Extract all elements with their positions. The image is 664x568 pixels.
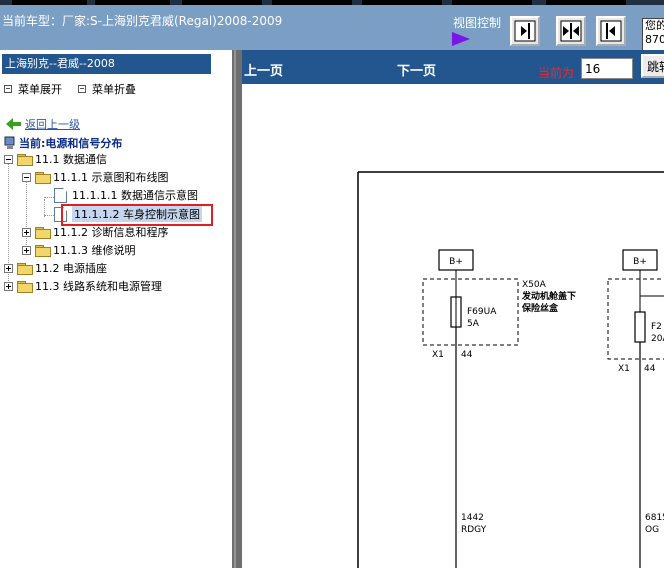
prev-page-button[interactable]: 上一页 bbox=[244, 60, 283, 79]
fuse-name: F69UA bbox=[467, 307, 497, 317]
fuse-box-id: X50A bbox=[522, 280, 547, 290]
tree-item-repair-instructions[interactable]: 11.1.3 维修说明 bbox=[22, 242, 135, 258]
wire-color: RDGY bbox=[461, 525, 487, 535]
fit-both-button[interactable] bbox=[556, 16, 586, 46]
top-tab-button[interactable] bbox=[182, 0, 262, 5]
top-tab-button[interactable] bbox=[546, 0, 626, 5]
fit-left-icon bbox=[600, 20, 622, 42]
user-number: 870 bbox=[645, 33, 664, 46]
fit-both-icon bbox=[560, 20, 582, 42]
top-tab-button[interactable] bbox=[12, 0, 87, 5]
back-arrow-icon bbox=[6, 118, 21, 130]
tree-item-label: 11.1.1.1 数据通信示意图 bbox=[72, 189, 198, 202]
tree-item-label: 11.3 线路系统和电源管理 bbox=[35, 280, 162, 293]
tree-line bbox=[44, 197, 54, 198]
wire-number: 1442 bbox=[461, 513, 484, 523]
fuse-box-desc: 发动机舱盖下 bbox=[521, 290, 576, 302]
pin-label: 44 bbox=[461, 350, 473, 360]
menu-collapse-button[interactable]: 菜单折叠 bbox=[78, 81, 136, 97]
car-model-label: 当前车型：厂家:S-上海别克君威(Regal)2008-2009 bbox=[2, 14, 283, 28]
computer-icon bbox=[4, 136, 15, 149]
connector-label: X1 bbox=[432, 350, 444, 360]
current-page-label: 当前为 bbox=[538, 66, 575, 80]
top-tab-button[interactable] bbox=[272, 0, 352, 5]
current-location-label: 当前:电源和信号分布 bbox=[19, 137, 123, 150]
folder-icon bbox=[35, 226, 51, 239]
supply-label: B+ bbox=[449, 257, 463, 267]
tree-item-label: 11.1 数据通信 bbox=[35, 153, 107, 166]
wire-number: 6815 bbox=[645, 513, 664, 523]
tree-item-label: 11.2 电源插座 bbox=[35, 262, 107, 275]
tree-item-wiring-power-mgmt[interactable]: 11.3 线路系统和电源管理 bbox=[4, 278, 162, 294]
top-button-strip bbox=[0, 0, 664, 5]
user-info-box: 您的 870 bbox=[642, 18, 664, 52]
fuse-name: F2 bbox=[651, 322, 662, 332]
tree-line bbox=[44, 215, 54, 216]
tree-item-label: 11.1.2 诊断信息和程序 bbox=[53, 226, 169, 239]
folder-icon bbox=[17, 280, 33, 293]
selection-highlight-box bbox=[61, 204, 213, 226]
expand-icon bbox=[4, 85, 12, 93]
page-number-input[interactable] bbox=[581, 58, 633, 79]
top-tab-button[interactable] bbox=[452, 0, 532, 5]
fuse-rating: 20A bbox=[651, 334, 664, 344]
fuse-symbol bbox=[634, 311, 646, 343]
folder-open-icon bbox=[35, 171, 51, 184]
menu-expand-label: 菜单展开 bbox=[18, 83, 62, 96]
folder-open-icon bbox=[17, 153, 33, 166]
wiring-diagram: B+ F69UA 5A X50A 发动机舱盖下 保险丝盒 X1 44 1442 … bbox=[357, 171, 664, 568]
fuse-box-desc: 保险丝盒 bbox=[521, 302, 559, 314]
panel-splitter[interactable] bbox=[232, 50, 242, 568]
jump-button[interactable]: 跳转 bbox=[641, 54, 664, 78]
tree-item-data-comm-schematic[interactable]: 11.1.1.1 数据通信示意图 bbox=[54, 187, 198, 203]
current-location: 当前:电源和信号分布 bbox=[4, 135, 122, 151]
fuse-rating: 5A bbox=[467, 319, 480, 329]
fit-left-button[interactable] bbox=[596, 16, 626, 46]
tree-item-schematics[interactable]: 11.1.1 示意图和布线图 bbox=[22, 169, 168, 185]
pin-label: 44 bbox=[644, 364, 656, 374]
expand-toggle-icon[interactable] bbox=[4, 281, 13, 291]
collapse-icon bbox=[78, 85, 86, 93]
folder-icon bbox=[17, 262, 33, 275]
next-page-button[interactable]: 下一页 bbox=[397, 60, 436, 79]
tree-item-label: 11.1.1 示意图和布线图 bbox=[53, 171, 169, 184]
user-greeting: 您的 bbox=[645, 19, 664, 32]
top-tab-button[interactable] bbox=[362, 0, 442, 5]
folder-icon bbox=[35, 244, 51, 257]
tree-item-data-communication[interactable]: 11.1 数据通信 bbox=[4, 151, 107, 167]
back-link-label: 返回上一级 bbox=[25, 118, 80, 131]
expand-toggle-icon[interactable] bbox=[22, 227, 31, 237]
supply-label: B+ bbox=[633, 257, 647, 267]
tree-item-label: 11.1.3 维修说明 bbox=[53, 244, 136, 257]
sidebar-title: 上海别克--君威--2008 bbox=[2, 54, 211, 74]
fit-right-icon bbox=[514, 20, 536, 42]
fit-right-button[interactable] bbox=[510, 16, 540, 46]
collapse-toggle-icon[interactable] bbox=[4, 154, 13, 164]
expand-toggle-icon[interactable] bbox=[4, 263, 13, 273]
expand-toggle-icon[interactable] bbox=[22, 245, 31, 255]
view-control-label: 视图控制 bbox=[453, 16, 502, 30]
back-link[interactable]: 返回上一级 bbox=[6, 116, 80, 132]
top-tab-button[interactable] bbox=[95, 0, 170, 5]
connector-label: X1 bbox=[618, 364, 630, 374]
menu-collapse-label: 菜单折叠 bbox=[92, 83, 136, 96]
tree-item-power-outlet[interactable]: 11.2 电源插座 bbox=[4, 260, 107, 276]
menu-expand-button[interactable]: 菜单展开 bbox=[4, 81, 62, 97]
wire-color: OG bbox=[645, 525, 659, 535]
tree-item-diagnostics[interactable]: 11.1.2 诊断信息和程序 bbox=[22, 224, 168, 240]
document-icon bbox=[54, 187, 67, 203]
play-icon[interactable] bbox=[452, 32, 470, 46]
collapse-toggle-icon[interactable] bbox=[22, 172, 31, 182]
